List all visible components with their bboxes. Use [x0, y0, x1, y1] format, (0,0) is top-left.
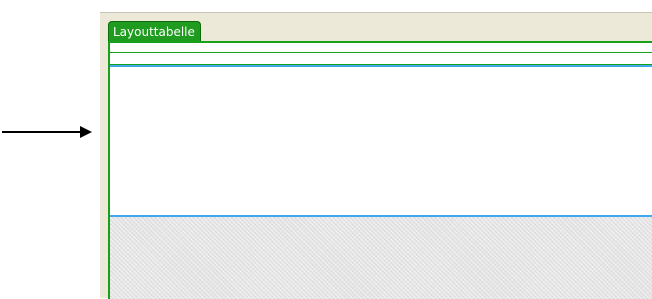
empty-layout-area[interactable] — [110, 217, 652, 299]
layout-cell[interactable] — [110, 65, 652, 217]
design-view: Layouttabelle — [100, 12, 652, 299]
layout-table-row[interactable] — [110, 53, 652, 65]
layout-table-row[interactable] — [110, 43, 652, 53]
arrow-right-icon — [2, 126, 92, 138]
layout-table[interactable] — [108, 41, 652, 299]
layout-table-tab[interactable]: Layouttabelle — [108, 21, 201, 41]
